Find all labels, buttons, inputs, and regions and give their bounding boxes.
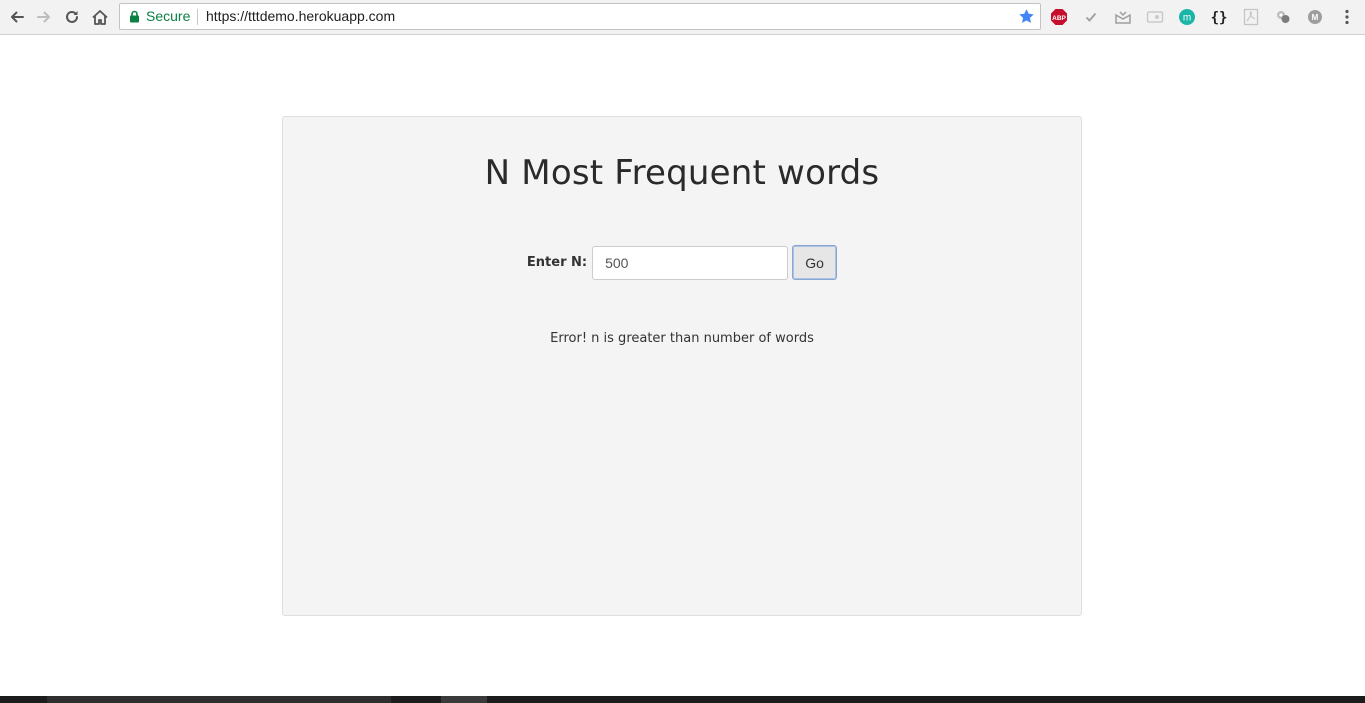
menu-dots-icon[interactable] [1337, 7, 1357, 27]
svg-text:ABP: ABP [1052, 15, 1066, 22]
inbox-icon[interactable] [1113, 7, 1133, 27]
n-label: Enter N: [526, 255, 588, 270]
secure-label: Secure [146, 8, 191, 24]
taskbar-item[interactable] [441, 696, 487, 703]
omnibox-divider [197, 9, 198, 25]
page-title: N Most Frequent words [484, 153, 880, 193]
mercury-icon[interactable]: m [1177, 7, 1197, 27]
svg-text:m: m [1183, 13, 1191, 24]
forward-button[interactable] [31, 4, 57, 30]
reload-icon [66, 10, 78, 23]
svg-text:{}: {} [1211, 10, 1228, 26]
browser-toolbar: Secure https://tttdemo.herokuapp.com ABP… [0, 0, 1365, 35]
profile-m-icon[interactable]: M [1305, 7, 1325, 27]
n-input[interactable] [592, 245, 789, 280]
pdf-icon[interactable] [1241, 7, 1261, 27]
content-panel: N Most Frequent words Enter N: Go Error!… [282, 116, 1082, 616]
taskbar-item[interactable] [47, 696, 391, 703]
lock-icon [130, 10, 139, 23]
puzzle-icon[interactable] [1273, 7, 1293, 27]
home-button[interactable] [87, 4, 113, 30]
forward-arrow-icon [37, 11, 50, 23]
n-form: Enter N: Go [283, 245, 1081, 280]
back-arrow-icon [11, 11, 24, 23]
go-button[interactable]: Go [792, 245, 838, 280]
error-message: Error! n is greater than number of words [550, 331, 814, 346]
url-text[interactable]: https://tttdemo.herokuapp.com [206, 8, 395, 24]
back-button[interactable] [4, 4, 30, 30]
adblock-plus-icon[interactable]: ABP [1049, 7, 1069, 27]
cast-icon[interactable] [1145, 7, 1165, 27]
home-icon [92, 9, 108, 25]
svg-text:M: M [1312, 13, 1319, 22]
taskbar-strip [0, 696, 1365, 703]
json-braces-icon[interactable]: {} [1209, 7, 1229, 27]
reload-button[interactable] [59, 4, 85, 30]
checkmark-icon[interactable] [1081, 7, 1101, 27]
address-bar[interactable]: Secure https://tttdemo.herokuapp.com [119, 3, 1041, 30]
bookmark-star-icon[interactable] [1018, 8, 1035, 25]
